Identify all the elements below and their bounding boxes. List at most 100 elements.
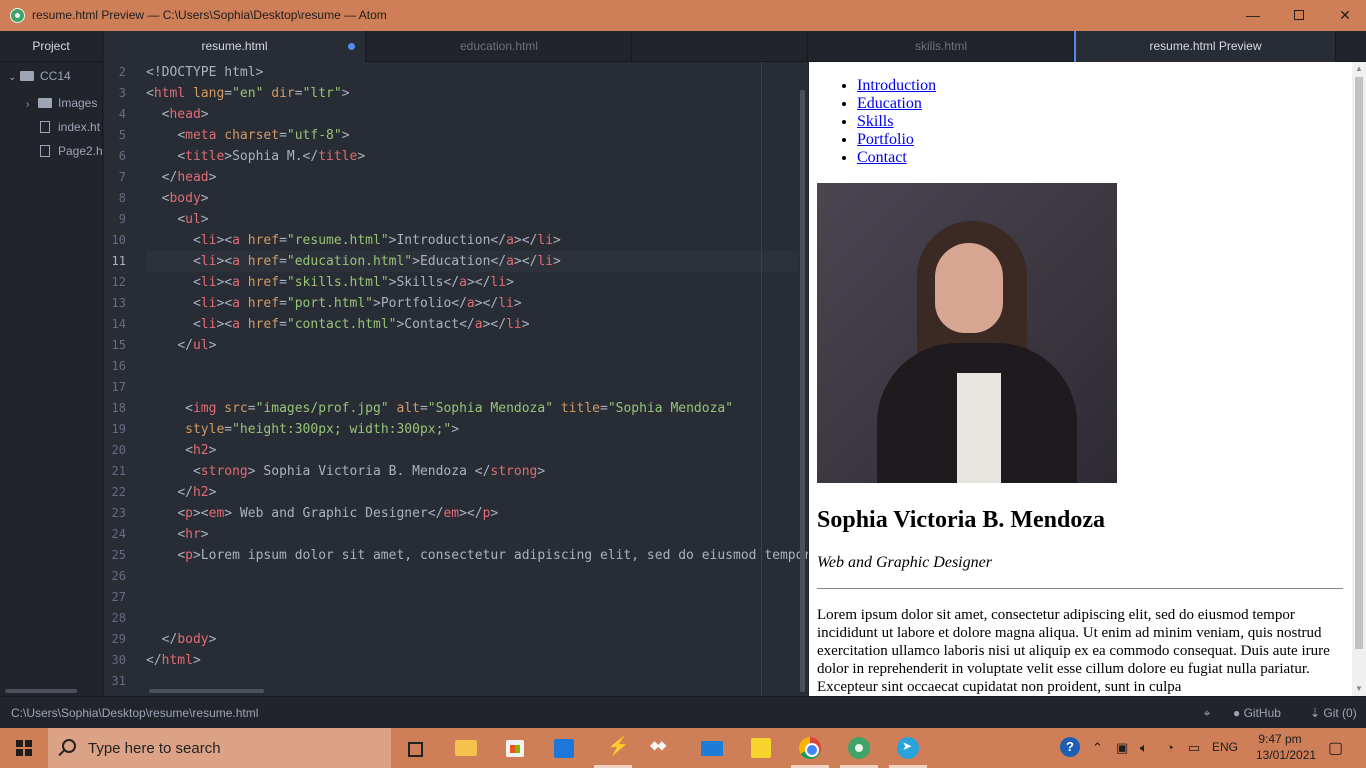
window-title: resume.html Preview — C:\Users\Sophia\De…: [32, 8, 387, 22]
broadcast-icon[interactable]: ⌖: [1198, 706, 1216, 721]
chevron-right-icon: ›: [26, 99, 30, 110]
list-item: Portfolio: [857, 131, 936, 149]
link-education[interactable]: Education: [857, 95, 922, 112]
code-line: <li><a href="skills.html">Skills</a></li…: [192, 275, 514, 290]
sublime-text-icon[interactable]: [601, 736, 629, 760]
line-number: 16: [111, 359, 126, 373]
tab-label: education.html: [459, 39, 539, 53]
preview-vertical-scrollbar[interactable]: ▲ ▼: [1352, 62, 1366, 696]
tab-bar: resume.html education.html skills.html r…: [104, 31, 1366, 62]
file-icon: [40, 144, 50, 157]
maximize-button[interactable]: [1276, 0, 1322, 31]
list-item: Education: [857, 95, 936, 113]
code-line: <img src="images/prof.jpg" alt="Sophia M…: [185, 401, 734, 416]
minimize-button[interactable]: —: [1230, 0, 1276, 31]
line-number: 27: [111, 590, 126, 604]
scroll-down-arrow-icon[interactable]: ▼: [1352, 682, 1366, 696]
tree-item-images[interactable]: › Images: [26, 92, 97, 114]
meet-now-icon[interactable]: ▣: [1116, 740, 1128, 756]
link-introduction[interactable]: Introduction: [857, 77, 936, 94]
tree-item-cc14[interactable]: ⌄ CC14: [8, 65, 71, 87]
notifications-icon[interactable]: ▢: [1328, 738, 1343, 758]
line-number: 7: [118, 170, 126, 184]
link-skills[interactable]: Skills: [857, 113, 893, 130]
line-number: 12: [111, 275, 126, 289]
tree-horizontal-scrollbar[interactable]: [5, 689, 77, 693]
project-tree-panel: Project ⌄ CC14 › Images index.ht Page2.h: [0, 31, 103, 696]
tree-item-index[interactable]: index.ht: [40, 116, 100, 138]
file-explorer-icon[interactable]: [454, 736, 478, 760]
language-indicator[interactable]: ENG: [1212, 740, 1238, 754]
line-number-gutter: 2 3 4 5 6 7 8 9 10 11 12 13 14 15 16 17 …: [104, 62, 138, 696]
project-tab[interactable]: Project: [0, 31, 102, 62]
taskbar-search-box[interactable]: Type here to search: [48, 728, 391, 768]
start-button[interactable]: [0, 728, 48, 768]
code-line: <!DOCTYPE html>: [146, 65, 264, 80]
line-number: 13: [111, 296, 126, 310]
line-number: 18: [111, 401, 126, 415]
line-number: 4: [118, 107, 126, 121]
preview-subtitle: Web and Graphic Designer: [817, 554, 992, 571]
tab-label: resume.html: [201, 39, 268, 53]
code-editor[interactable]: 2 3 4 5 6 7 8 9 10 11 12 13 14 15 16 17 …: [104, 62, 808, 696]
tree-item-page2[interactable]: Page2.h: [40, 140, 103, 162]
help-icon[interactable]: ?: [1060, 737, 1080, 757]
editor-horizontal-scrollbar[interactable]: [149, 689, 264, 693]
close-button[interactable]: ✕: [1322, 0, 1366, 31]
code-line: </html>: [146, 653, 201, 668]
mail-icon[interactable]: [700, 736, 724, 760]
tab-empty-area: [633, 31, 808, 62]
chrome-icon[interactable]: [798, 736, 822, 760]
volume-icon[interactable]: 🔈︎: [1140, 740, 1148, 756]
calendar-icon[interactable]: [552, 736, 576, 760]
chevron-up-icon[interactable]: ⌃: [1092, 740, 1103, 756]
clock[interactable]: 9:47 pm 13/01/2021: [1256, 731, 1316, 763]
scroll-up-arrow-icon[interactable]: ▲: [1352, 62, 1366, 76]
link-contact[interactable]: Contact: [857, 149, 907, 166]
line-number: 14: [111, 317, 126, 331]
system-tray: ? ⌃ ▣ 🔈︎ ◔ ▭ ENG 9:47 pm 13/01/2021 ▢: [1058, 728, 1366, 768]
task-view-icon[interactable]: [404, 736, 428, 760]
tab-education-html[interactable]: education.html: [367, 31, 632, 62]
status-github[interactable]: ● GitHub: [1233, 706, 1281, 720]
tab-skills-html[interactable]: skills.html: [809, 31, 1074, 62]
line-number: 10: [111, 233, 126, 247]
battery-icon[interactable]: ▭: [1188, 740, 1200, 756]
html-preview-pane: Introduction Education Skills Portfolio …: [809, 62, 1366, 696]
sticky-notes-icon[interactable]: [749, 736, 773, 760]
modified-dot-icon: [348, 43, 355, 50]
line-number: 20: [111, 443, 126, 457]
code-line: <body>: [161, 191, 209, 206]
preview-nav-list: Introduction Education Skills Portfolio …: [857, 77, 936, 167]
photo-shirt-shape: [957, 373, 1001, 483]
wrap-guide: [761, 62, 762, 696]
telegram-icon[interactable]: [896, 736, 920, 760]
git-diff-icon: ⇣: [1310, 706, 1324, 720]
code-line: <h2>: [185, 443, 217, 458]
profile-photo: [817, 183, 1117, 483]
code-line: </body>: [161, 632, 217, 647]
line-number: 29: [111, 632, 126, 646]
line-number: 3: [118, 86, 126, 100]
window-titlebar: resume.html Preview — C:\Users\Sophia\De…: [0, 0, 1366, 31]
dropbox-icon[interactable]: [650, 736, 674, 760]
code-line: <li><a href="contact.html">Contact</a></…: [192, 317, 530, 332]
code-line: <html lang="en" dir="ltr">: [146, 86, 350, 101]
status-file-path[interactable]: C:\Users\Sophia\Desktop\resume\resume.ht…: [11, 706, 258, 720]
microsoft-store-icon[interactable]: [503, 736, 527, 760]
folder-icon: [38, 97, 52, 108]
tab-resume-preview[interactable]: resume.html Preview: [1074, 31, 1336, 62]
editor-vertical-scrollbar[interactable]: [800, 90, 805, 692]
atom-icon[interactable]: [847, 736, 871, 760]
windows-logo-icon: [16, 740, 32, 756]
link-portfolio[interactable]: Portfolio: [857, 131, 914, 148]
scroll-thumb[interactable]: [1355, 77, 1363, 649]
git-label: Git (0): [1323, 706, 1357, 720]
status-git[interactable]: ⇣ Git (0): [1310, 706, 1357, 720]
github-icon: ●: [1233, 706, 1244, 720]
tab-resume-html[interactable]: resume.html: [104, 31, 366, 62]
code-line: <p><em> Web and Graphic Designer</em></p…: [177, 506, 499, 521]
wifi-icon[interactable]: ◔: [1166, 740, 1174, 755]
preview-name-heading: Sophia Victoria B. Mendoza: [817, 507, 1106, 533]
code-line: <meta charset="utf-8">: [177, 128, 350, 143]
